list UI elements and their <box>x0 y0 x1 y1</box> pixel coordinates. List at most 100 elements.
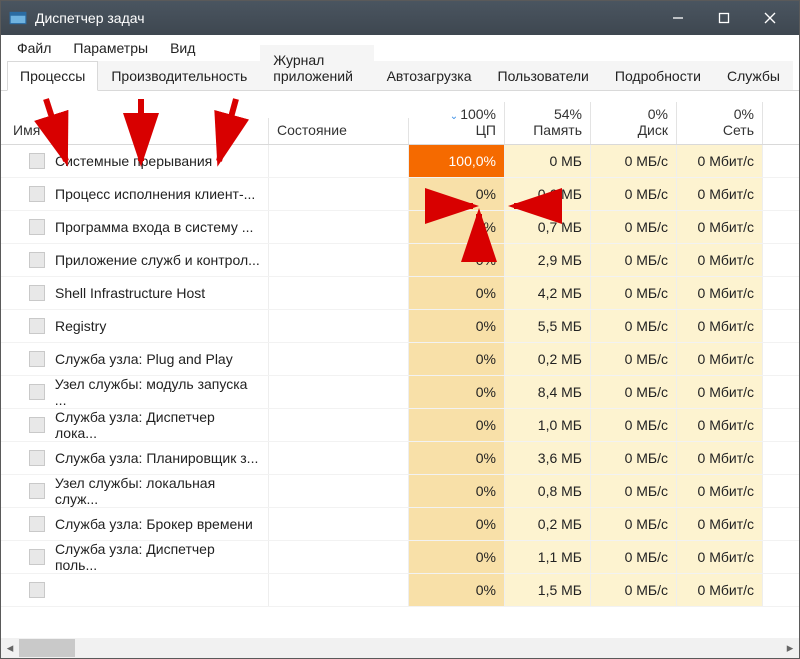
process-disk-cell: 0 МБ/с <box>591 310 677 342</box>
tab-6[interactable]: Службы <box>714 61 793 90</box>
process-cpu-cell: 0% <box>409 277 505 309</box>
process-icon <box>29 450 45 466</box>
tab-4[interactable]: Пользователи <box>485 61 602 90</box>
col-disk-pct: 0% <box>648 106 668 122</box>
process-disk-cell: 0 МБ/с <box>591 376 677 408</box>
process-name-cell: Системные прерывания <box>1 145 269 177</box>
process-mem-cell: 1,1 МБ <box>505 541 591 573</box>
table-row[interactable]: Служба узла: Планировщик з...0%3,6 МБ0 М… <box>1 442 799 475</box>
table-row[interactable]: Служба узла: Диспетчер поль...0%1,1 МБ0 … <box>1 541 799 574</box>
process-icon <box>29 219 45 235</box>
process-mem-cell: 0,6 МБ <box>505 178 591 210</box>
table-row[interactable]: Служба узла: Диспетчер лока...0%1,0 МБ0 … <box>1 409 799 442</box>
process-name: Registry <box>55 318 106 334</box>
col-mem[interactable]: 54% Память <box>505 102 591 144</box>
col-status[interactable]: Состояние <box>269 118 409 144</box>
process-disk-cell: 0 МБ/с <box>591 277 677 309</box>
process-mem-cell: 0,2 МБ <box>505 343 591 375</box>
process-mem-cell: 8,4 МБ <box>505 376 591 408</box>
col-cpu-label: ЦП <box>476 122 496 138</box>
process-disk-cell: 0 МБ/с <box>591 574 677 606</box>
menu-file[interactable]: Файл <box>7 37 61 59</box>
process-name-cell: Процесс исполнения клиент-... <box>1 178 269 210</box>
process-net-cell: 0 Мбит/с <box>677 244 763 276</box>
process-name-cell: Узел службы: локальная служ... <box>1 475 269 507</box>
process-name: Служба узла: Plug and Play <box>55 351 233 367</box>
process-mem-cell: 0,2 МБ <box>505 508 591 540</box>
table-row[interactable]: Узел службы: модуль запуска ...0%8,4 МБ0… <box>1 376 799 409</box>
process-icon <box>29 549 45 565</box>
menubar: Файл Параметры Вид <box>1 35 799 61</box>
table-row[interactable]: Программа входа в систему ...0%0,7 МБ0 М… <box>1 211 799 244</box>
process-status-cell <box>269 376 409 408</box>
col-cpu-pct: 100% <box>460 106 496 122</box>
process-mem-cell: 1,5 МБ <box>505 574 591 606</box>
process-cpu-cell: 0% <box>409 442 505 474</box>
process-disk-cell: 0 МБ/с <box>591 145 677 177</box>
process-cpu-cell: 0% <box>409 508 505 540</box>
process-cpu-cell: 100,0% <box>409 145 505 177</box>
process-mem-cell: 2,9 МБ <box>505 244 591 276</box>
process-name: Приложение служб и контрол... <box>55 252 260 268</box>
col-status-label: Состояние <box>277 122 347 138</box>
maximize-button[interactable] <box>701 1 747 35</box>
col-net[interactable]: 0% Сеть <box>677 102 763 144</box>
process-status-cell <box>269 442 409 474</box>
process-list[interactable]: Системные прерывания100,0%0 МБ0 МБ/с0 Мб… <box>1 145 799 640</box>
col-name[interactable]: Имя <box>1 118 269 144</box>
col-cpu[interactable]: ⌄100% ЦП <box>409 102 505 144</box>
table-row[interactable]: Процесс исполнения клиент-...0%0,6 МБ0 М… <box>1 178 799 211</box>
table-row[interactable]: 0%1,5 МБ0 МБ/с0 Мбит/с <box>1 574 799 607</box>
process-cpu-cell: 0% <box>409 244 505 276</box>
tab-2[interactable]: Журнал приложений <box>260 45 373 90</box>
process-name-cell: Служба узла: Брокер времени <box>1 508 269 540</box>
scroll-thumb[interactable] <box>19 639 75 657</box>
table-row[interactable]: Registry0%5,5 МБ0 МБ/с0 Мбит/с <box>1 310 799 343</box>
tab-0[interactable]: Процессы <box>7 61 98 91</box>
scroll-right-button[interactable]: ▸ <box>781 639 799 657</box>
process-cpu-cell: 0% <box>409 310 505 342</box>
table-row[interactable]: Служба узла: Plug and Play0%0,2 МБ0 МБ/с… <box>1 343 799 376</box>
process-net-cell: 0 Мбит/с <box>677 277 763 309</box>
table-row[interactable]: Shell Infrastructure Host0%4,2 МБ0 МБ/с0… <box>1 277 799 310</box>
col-disk[interactable]: 0% Диск <box>591 102 677 144</box>
table-row[interactable]: Приложение служб и контрол... 0%2,9 МБ 0 М… <box>1 244 799 277</box>
minimize-button[interactable] <box>655 1 701 35</box>
tab-1[interactable]: Производительность <box>98 61 260 90</box>
scroll-left-button[interactable]: ◂ <box>1 639 19 657</box>
table-row[interactable]: Узел службы: локальная служ...0%0,8 МБ0 … <box>1 475 799 508</box>
table-row[interactable]: Служба узла: Брокер времени0%0,2 МБ0 МБ/… <box>1 508 799 541</box>
titlebar[interactable]: Диспетчер задач <box>1 1 799 35</box>
process-cpu-cell: 0% <box>409 178 505 210</box>
process-mem-cell: 4,2 МБ <box>505 277 591 309</box>
table-row[interactable]: Системные прерывания100,0%0 МБ0 МБ/с0 Мб… <box>1 145 799 178</box>
window-buttons <box>655 1 793 35</box>
tab-3[interactable]: Автозагрузка <box>374 61 485 90</box>
process-status-cell <box>269 178 409 210</box>
scroll-track[interactable] <box>19 639 781 657</box>
process-net-cell: 0 Мбит/с <box>677 409 763 441</box>
process-name-cell <box>1 574 269 606</box>
close-button[interactable] <box>747 1 793 35</box>
menu-view[interactable]: Вид <box>160 37 205 59</box>
process-status-cell <box>269 343 409 375</box>
app-icon <box>9 9 27 27</box>
process-status-cell <box>269 409 409 441</box>
process-net-cell: 0 Мбит/с <box>677 541 763 573</box>
horizontal-scrollbar[interactable]: ◂ ▸ <box>1 638 799 658</box>
process-disk-cell: 0 МБ/с <box>591 442 677 474</box>
process-icon <box>29 285 45 301</box>
sort-indicator-icon: ⌄ <box>450 111 458 122</box>
tab-5[interactable]: Подробности <box>602 61 714 90</box>
process-icon <box>29 516 45 532</box>
process-disk-cell: 0 МБ/с <box>591 409 677 441</box>
process-disk-cell: 0 МБ/с <box>591 211 677 243</box>
process-name-cell: Служба узла: Диспетчер поль... <box>1 541 269 573</box>
process-disk-cell: 0 МБ/с <box>591 541 677 573</box>
process-mem-cell: 0 МБ <box>505 145 591 177</box>
process-net-cell: 0 Мбит/с <box>677 508 763 540</box>
menu-options[interactable]: Параметры <box>63 37 158 59</box>
process-disk-cell: 0 МБ/с <box>591 475 677 507</box>
process-name-cell: Служба узла: Планировщик з... <box>1 442 269 474</box>
process-name-cell: Registry <box>1 310 269 342</box>
